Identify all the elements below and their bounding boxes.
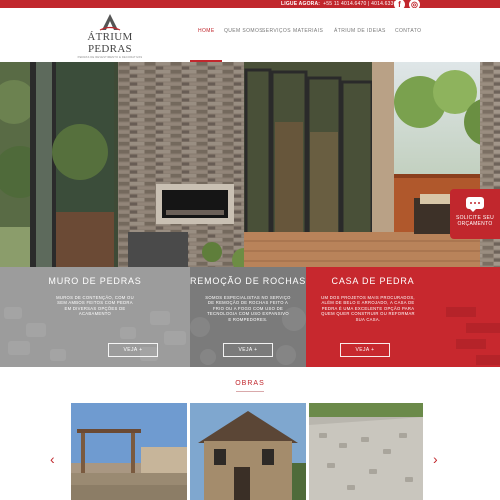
carousel-next-icon[interactable]: › [433, 452, 438, 466]
obra-photo-pergola [71, 403, 187, 500]
logo-name: ÁTRIUM PEDRAS [87, 31, 133, 55]
service-description: MUROS DE CONTENÇÃO, COM OU SEM AMBOS FEI… [40, 295, 150, 317]
chat-bubble-icon [466, 197, 484, 212]
service-see-more-button[interactable]: VEJA + [223, 343, 273, 357]
desc-line: TECNOLOGIA COM USO EXPANSIVO [207, 311, 289, 317]
service-title: MURO DE PEDRAS [48, 276, 142, 286]
top-bar: LIGUE AGORA: +55 11 4014.6470 | 4014.6336… [0, 0, 500, 10]
service-title: CASA DE PEDRA [331, 276, 415, 286]
service-see-more-button[interactable]: VEJA + [340, 343, 390, 357]
nav-quem-somos[interactable]: QUEM SOMOS [224, 28, 263, 34]
nav-contato[interactable]: CONTATO [395, 28, 421, 34]
carousel-prev-icon[interactable]: ‹ [50, 452, 55, 466]
services-section: MURO DE PEDRAS MUROS DE CONTENÇÃO, COM O… [0, 267, 500, 367]
site-logo[interactable]: ÁTRIUM PEDRAS PEDRAS DE REVESTIMENTO E D… [70, 12, 150, 59]
site-header: ÁTRIUM PEDRAS PEDRAS DE REVESTIMENTO E D… [0, 8, 500, 62]
nav-home[interactable]: HOME [198, 28, 215, 34]
service-card-muro-de-pedras: MURO DE PEDRAS MUROS DE CONTENÇÃO, COM O… [0, 267, 190, 367]
obras-divider [236, 391, 264, 392]
quote-line-2: ORÇAMENTO [457, 221, 493, 227]
nav-servicos[interactable]: SERVIÇOS [262, 28, 291, 34]
service-card-casa-de-pedra: CASA DE PEDRA UM DOS PROJETOS MAIS PROCU… [306, 267, 500, 367]
obra-thumbnail[interactable] [309, 403, 423, 500]
service-description: SOMOS ESPECIALISTAS NO SERVIÇO DE REMOÇÃ… [192, 295, 304, 322]
service-title: REMOÇÃO DE ROCHAS [190, 276, 306, 286]
nav-materiais[interactable]: MATERIAIS [293, 28, 323, 34]
service-description: UM DOS PROJETOS MAIS PROCURADOS, ALÉM DE… [308, 295, 428, 322]
desc-line: ACABAMENTO [78, 311, 112, 317]
desc-line: SUA CASA. [355, 316, 381, 322]
logo-mark-icon [99, 14, 121, 31]
desc-line: QUEM QUER CONSTRUIR OU REFORMAR [321, 311, 415, 317]
nav-atrium-de-ideias[interactable]: ÁTRIUM DE IDEIAS [334, 28, 386, 34]
desc-line: E ROMPEDORES. [228, 316, 268, 322]
phone-numbers[interactable]: +55 11 4014.6470 | 4014.6336 [323, 1, 396, 7]
contact-phones: LIGUE AGORA: +55 11 4014.6470 | 4014.6336 [281, 0, 397, 8]
hero-photo [0, 62, 500, 267]
obra-photo-stone-house [190, 403, 306, 500]
obra-thumbnail[interactable] [71, 403, 187, 500]
obra-thumbnail[interactable] [190, 403, 306, 500]
call-now-label: LIGUE AGORA: [281, 1, 321, 7]
hero-banner: SOLICITE SEU ORÇAMENTO [0, 62, 500, 267]
logo-tagline: PEDRAS DE REVESTIMENTO E DECORATIVAS [77, 56, 143, 59]
obras-heading: OBRAS [235, 380, 265, 387]
service-card-remocao-de-rochas: REMOÇÃO DE ROCHAS SOMOS ESPECIALISTAS NO… [190, 267, 306, 367]
request-quote-button[interactable]: SOLICITE SEU ORÇAMENTO [450, 189, 500, 239]
obra-photo-paving [309, 403, 423, 500]
service-see-more-button[interactable]: VEJA + [108, 343, 158, 357]
